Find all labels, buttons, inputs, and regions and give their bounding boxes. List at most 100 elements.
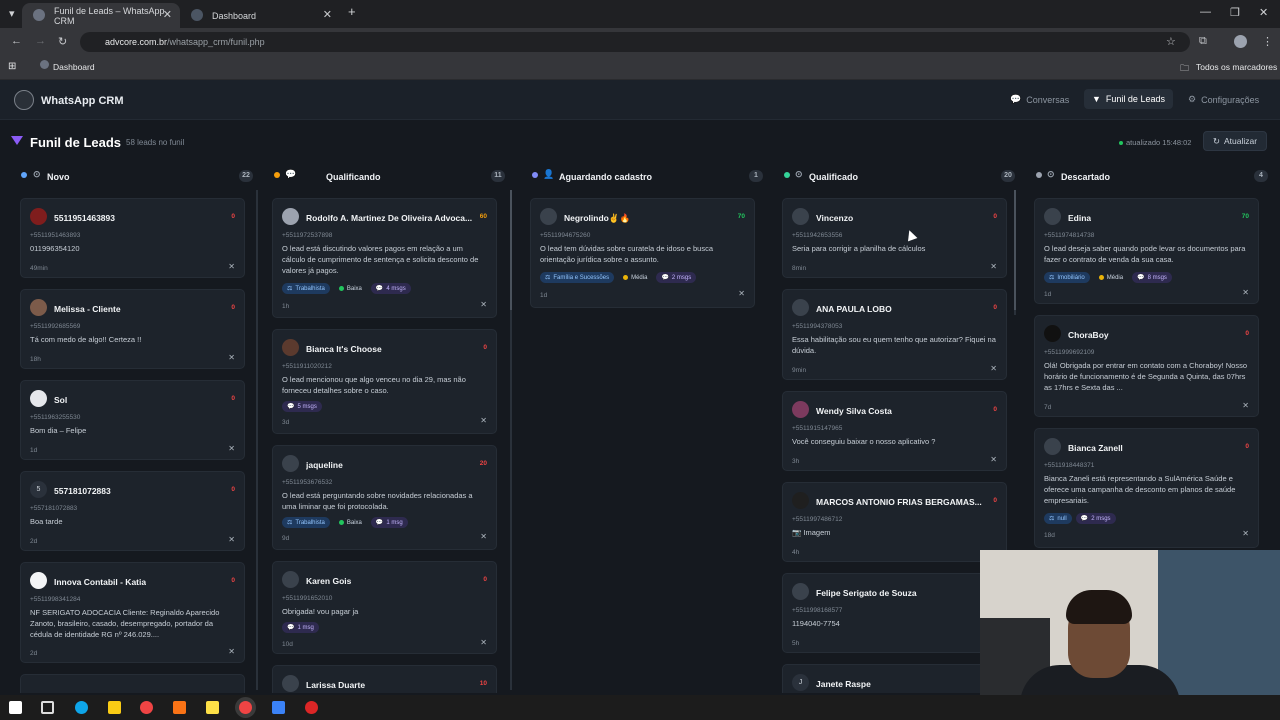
close-icon[interactable]: ✕	[990, 364, 997, 373]
close-icon[interactable]: ✕	[228, 535, 235, 544]
close-icon[interactable]: ✕	[480, 532, 487, 541]
chrome-icon[interactable]	[140, 701, 153, 714]
recorder-icon[interactable]	[305, 701, 318, 714]
nav-funil[interactable]: ▼ Funil de Leads	[1084, 89, 1173, 109]
forward-icon[interactable]: →	[35, 35, 46, 47]
priority-dot	[338, 286, 344, 291]
tab-search-icon[interactable]: ▾	[9, 7, 15, 20]
menu-icon[interactable]: ⋮	[1262, 35, 1273, 48]
maximize-icon[interactable]: ❐	[1230, 6, 1240, 19]
close-window-icon[interactable]: ✕	[1259, 6, 1268, 19]
lead-card-partial[interactable]: J Janete Raspe	[782, 664, 1007, 693]
brand-name[interactable]: WhatsApp CRM	[41, 95, 124, 107]
lead-card[interactable]: Vincenzo 0 +5511942653556 Seria para cor…	[782, 198, 1007, 278]
tag-label: Média	[1106, 274, 1124, 281]
back-icon[interactable]: ←	[11, 35, 22, 47]
tab-dashboard[interactable]: Dashboard ✕	[180, 3, 340, 28]
nav-label: Funil de Leads	[1105, 94, 1165, 104]
close-tab-icon[interactable]: ✕	[163, 8, 172, 21]
task-view-icon[interactable]	[41, 701, 54, 714]
profile-avatar[interactable]	[1234, 35, 1247, 48]
avatar	[30, 390, 47, 407]
close-icon[interactable]: ✕	[228, 262, 235, 271]
reload-icon[interactable]: ↻	[58, 35, 67, 48]
new-tab-icon[interactable]: +	[348, 4, 356, 19]
status-dot	[274, 172, 280, 178]
avatar	[282, 208, 299, 225]
lead-card[interactable]: MARCOS ANTONIO FRIAS BERGAMAS... 0 +5511…	[782, 482, 1007, 562]
lead-card[interactable]: Bianca It's Choose 0 +5511911020212 O le…	[272, 329, 497, 434]
close-icon[interactable]: ✕	[480, 416, 487, 425]
lead-card[interactable]: Melissa - Cliente 0 +5511992685569 Tá co…	[20, 289, 245, 369]
scroll-thumb[interactable]	[510, 190, 512, 310]
close-icon[interactable]: ✕	[1242, 401, 1249, 410]
lead-card[interactable]: ANA PAULA LOBO 0 +5511994378053 Essa hab…	[782, 289, 1007, 380]
page-title: Funil de Leads	[30, 135, 122, 150]
edge-icon[interactable]	[75, 701, 88, 714]
vscode-icon[interactable]	[272, 701, 285, 714]
minimize-icon[interactable]: —	[1200, 6, 1211, 18]
close-icon[interactable]: ✕	[990, 262, 997, 271]
lead-card-partial[interactable]: Larissa Duarte 10	[272, 665, 497, 693]
extensions-icon[interactable]: ⧉	[1199, 35, 1207, 48]
close-icon[interactable]: ✕	[990, 455, 997, 464]
priority-tag: Média	[1094, 272, 1128, 283]
close-tab-icon[interactable]: ✕	[323, 8, 332, 21]
lead-card[interactable]: Rodolfo A. Martinez De Oliveira Advoca..…	[272, 198, 497, 318]
lead-time: 18h	[30, 356, 41, 363]
sticky-notes-icon[interactable]	[206, 701, 219, 714]
column-count: 20	[1001, 170, 1015, 182]
refresh-button[interactable]: ↻ Atualizar	[1203, 131, 1267, 151]
nav-configuracoes[interactable]: ⚙ Configurações	[1188, 94, 1259, 105]
close-icon[interactable]: ✕	[228, 353, 235, 362]
close-icon[interactable]: ✕	[1242, 288, 1249, 297]
lead-card[interactable]: Felipe Serigato de Souza 0 +551199816857…	[782, 573, 1007, 653]
column-scrollbar[interactable]	[256, 190, 258, 690]
tab-funil[interactable]: Funil de Leads – WhatsApp CRM ✕	[22, 3, 180, 28]
lead-card[interactable]: Innova Contabil - Katia 0 +5511998341284…	[20, 562, 245, 663]
lead-card[interactable]: Wendy Silva Costa 0 +5511915147965 Você …	[782, 391, 1007, 471]
file-explorer-icon[interactable]	[108, 701, 121, 714]
lead-phone: +5511974814738	[1044, 232, 1095, 239]
lead-card[interactable]: 5511951463893 0 +5511951463893 011996354…	[20, 198, 245, 278]
tag-label: 1 msg	[386, 519, 403, 526]
scroll-thumb[interactable]	[1014, 190, 1016, 310]
chrome-active-icon[interactable]	[239, 701, 252, 714]
close-icon[interactable]: ✕	[1242, 529, 1249, 538]
close-icon[interactable]: ✕	[480, 638, 487, 647]
lead-time: 1d	[540, 292, 548, 299]
lead-card[interactable]: jaqueline 20 +5511953676532 O lead está …	[272, 445, 497, 550]
avatar	[540, 208, 557, 225]
lead-card[interactable]: Edina 70 +5511974814738 O lead deseja sa…	[1034, 198, 1259, 304]
address-bar[interactable]: advcore.com.br/whatsapp_crm/funil.php	[80, 32, 1190, 52]
lead-card[interactable]: Sol 0 +5511963255530 Bom dia – Felipe 1d…	[20, 380, 245, 460]
lead-card[interactable]: Karen Gois 0 +5511991652010 Obrigada! vo…	[272, 561, 497, 654]
bookmark-dashboard[interactable]: Dashboard	[53, 62, 95, 72]
gear-icon: ⚙	[1188, 94, 1197, 104]
lead-count: 58 leads no funil	[126, 138, 185, 147]
bookmark-star-icon[interactable]: ☆	[1166, 35, 1176, 48]
lead-card[interactable]: 5 557181072883 0 +557181072883 Boa tarde…	[20, 471, 245, 551]
close-icon[interactable]: ✕	[228, 444, 235, 453]
user-plus-icon: 👤	[543, 169, 555, 179]
avatar	[792, 492, 809, 509]
lead-card[interactable]: Bianca Zanell 0 +5511918448371 Bianca Za…	[1034, 428, 1259, 548]
lead-score: 0	[1245, 443, 1249, 450]
lead-card[interactable]: ChoraBoy 0 +5511999692109 Olá! Obrigada …	[1034, 315, 1259, 417]
msgs-tag: 💬 4 msgs	[370, 283, 411, 294]
close-icon[interactable]: ✕	[480, 300, 487, 309]
lead-card[interactable]: Negrolindo✌️🔥 70 +5511994675260 O lead t…	[530, 198, 755, 308]
all-bookmarks[interactable]: Todos os marcadores	[1196, 62, 1277, 72]
lead-score: 70	[737, 213, 745, 220]
nav-conversas[interactable]: 💬 Conversas	[1010, 94, 1069, 105]
status-dot	[1119, 141, 1123, 145]
bookmark-favicon-icon	[40, 60, 49, 69]
windows-start-icon[interactable]	[9, 701, 22, 714]
close-icon[interactable]: ✕	[228, 647, 235, 656]
lead-message: O lead deseja saber quando pode levar os…	[1044, 244, 1246, 264]
avatar	[30, 299, 47, 316]
close-icon[interactable]: ✕	[738, 289, 745, 298]
apps-grid-icon[interactable]: ⊞	[8, 61, 16, 72]
app-icon[interactable]	[173, 701, 186, 714]
lead-card-partial[interactable]	[20, 674, 245, 693]
